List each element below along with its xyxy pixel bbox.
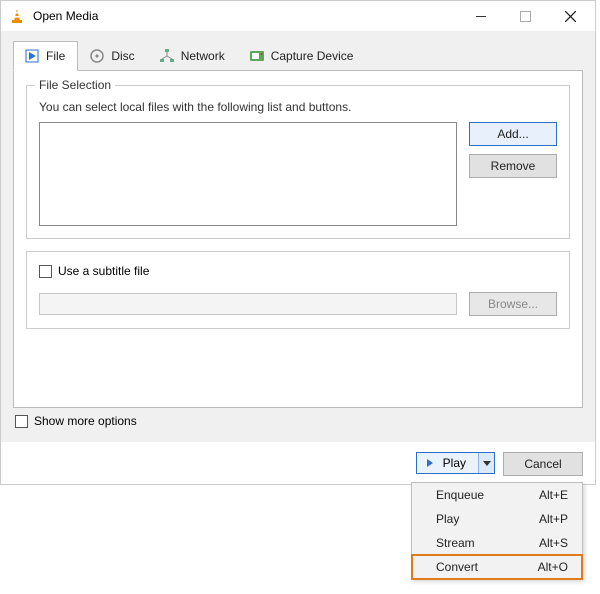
menu-item-convert[interactable]: Convert Alt+O [412,555,582,579]
show-more-checkbox[interactable] [15,415,28,428]
maximize-button[interactable] [503,2,548,30]
menu-item-label: Convert [436,560,478,574]
tab-file-label: File [46,49,65,63]
play-button[interactable]: Play [417,453,478,473]
disc-icon [89,48,105,64]
menu-item-shortcut: Alt+E [539,488,568,502]
minimize-button[interactable] [458,2,503,30]
play-icon [427,459,433,467]
file-list[interactable] [39,122,457,226]
tab-file[interactable]: File [13,41,78,71]
remove-button-label: Remove [491,159,536,173]
play-button-label: Play [443,456,466,470]
tab-capture-label: Capture Device [271,49,354,63]
menu-item-shortcut: Alt+P [539,512,568,526]
play-dropdown-menu: Enqueue Alt+E Play Alt+P Stream Alt+S Co… [411,482,583,580]
titlebar: Open Media [1,1,595,31]
tab-capture[interactable]: Capture Device [238,41,367,70]
menu-item-enqueue[interactable]: Enqueue Alt+E [412,483,582,507]
network-icon [159,48,175,64]
tab-disc-label: Disc [111,49,134,63]
vlc-icon [9,8,25,24]
window-controls [458,2,593,30]
dialog-footer: Play Cancel Enqueue Alt+E Play Alt+P Str… [1,442,595,484]
show-more-row: Show more options [13,408,583,430]
tab-disc[interactable]: Disc [78,41,147,70]
cancel-button-label: Cancel [524,457,561,471]
capture-icon [249,48,265,64]
add-button[interactable]: Add... [469,122,557,146]
tab-network[interactable]: Network [148,41,238,70]
browse-button-label: Browse... [488,297,538,311]
tab-panel-file: File Selection You can select local file… [13,70,583,408]
window-title: Open Media [33,9,458,23]
menu-item-label: Stream [436,536,475,550]
close-button[interactable] [548,2,593,30]
menu-item-label: Enqueue [436,488,484,502]
file-selection-help: You can select local files with the foll… [39,100,557,114]
tabstrip: File Disc Network Capture Device [13,41,583,70]
menu-item-stream[interactable]: Stream Alt+S [412,531,582,555]
subtitle-checkbox[interactable] [39,265,52,278]
menu-item-shortcut: Alt+O [538,560,568,574]
menu-item-play[interactable]: Play Alt+P [412,507,582,531]
subtitle-path-input[interactable] [39,293,457,315]
client-area: File Disc Network Capture Device [1,31,595,442]
remove-button[interactable]: Remove [469,154,557,178]
add-button-label: Add... [497,127,528,141]
file-selection-legend: File Selection [35,78,115,92]
subtitle-checkbox-label: Use a subtitle file [58,264,149,278]
play-split-button[interactable]: Play [416,452,495,474]
browse-button[interactable]: Browse... [469,292,557,316]
file-icon [24,48,40,64]
cancel-button[interactable]: Cancel [503,452,583,476]
tab-network-label: Network [181,49,225,63]
subtitle-group: Use a subtitle file Browse... [26,251,570,329]
open-media-dialog: Open Media File Disc [0,0,596,485]
show-more-label: Show more options [34,414,137,428]
menu-item-shortcut: Alt+S [539,536,568,550]
play-dropdown-toggle[interactable] [478,453,494,473]
menu-item-label: Play [436,512,459,526]
file-selection-group: File Selection You can select local file… [26,85,570,239]
